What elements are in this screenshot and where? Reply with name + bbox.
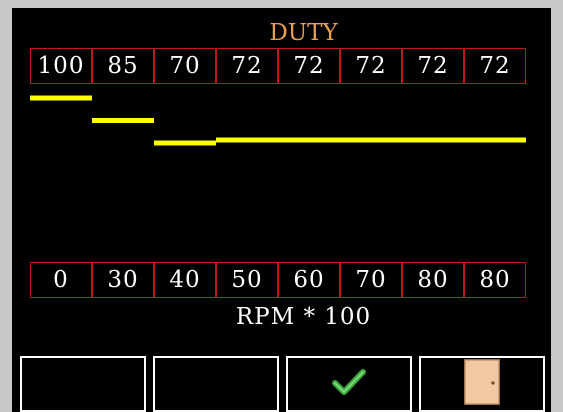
rpm-cell[interactable]: 80: [402, 262, 464, 298]
rpm-axis-label: RPM * 100: [235, 304, 372, 330]
confirm-button[interactable]: [286, 356, 412, 412]
empty-button-1[interactable]: [20, 356, 146, 412]
rpm-cell[interactable]: 50: [216, 262, 278, 298]
rpm-values-row: 0 30 40 50 60 70 80 80: [30, 262, 526, 298]
rpm-cell[interactable]: 70: [340, 262, 402, 298]
device-screen: DUTY 100 85 70 72 72 72 72 72 0 30 40 50…: [12, 8, 551, 412]
rpm-cell[interactable]: 30: [92, 262, 154, 298]
duty-graph: [30, 95, 526, 146]
bottom-toolbar: [20, 356, 547, 412]
rpm-cell[interactable]: 80: [464, 262, 526, 298]
rpm-cell[interactable]: 60: [278, 262, 340, 298]
rpm-cell[interactable]: 0: [30, 262, 92, 298]
checkmark-icon: [332, 368, 366, 401]
exit-button[interactable]: [419, 356, 545, 412]
rpm-cell[interactable]: 40: [154, 262, 216, 298]
empty-button-2[interactable]: [153, 356, 279, 412]
door-icon: [464, 358, 500, 410]
